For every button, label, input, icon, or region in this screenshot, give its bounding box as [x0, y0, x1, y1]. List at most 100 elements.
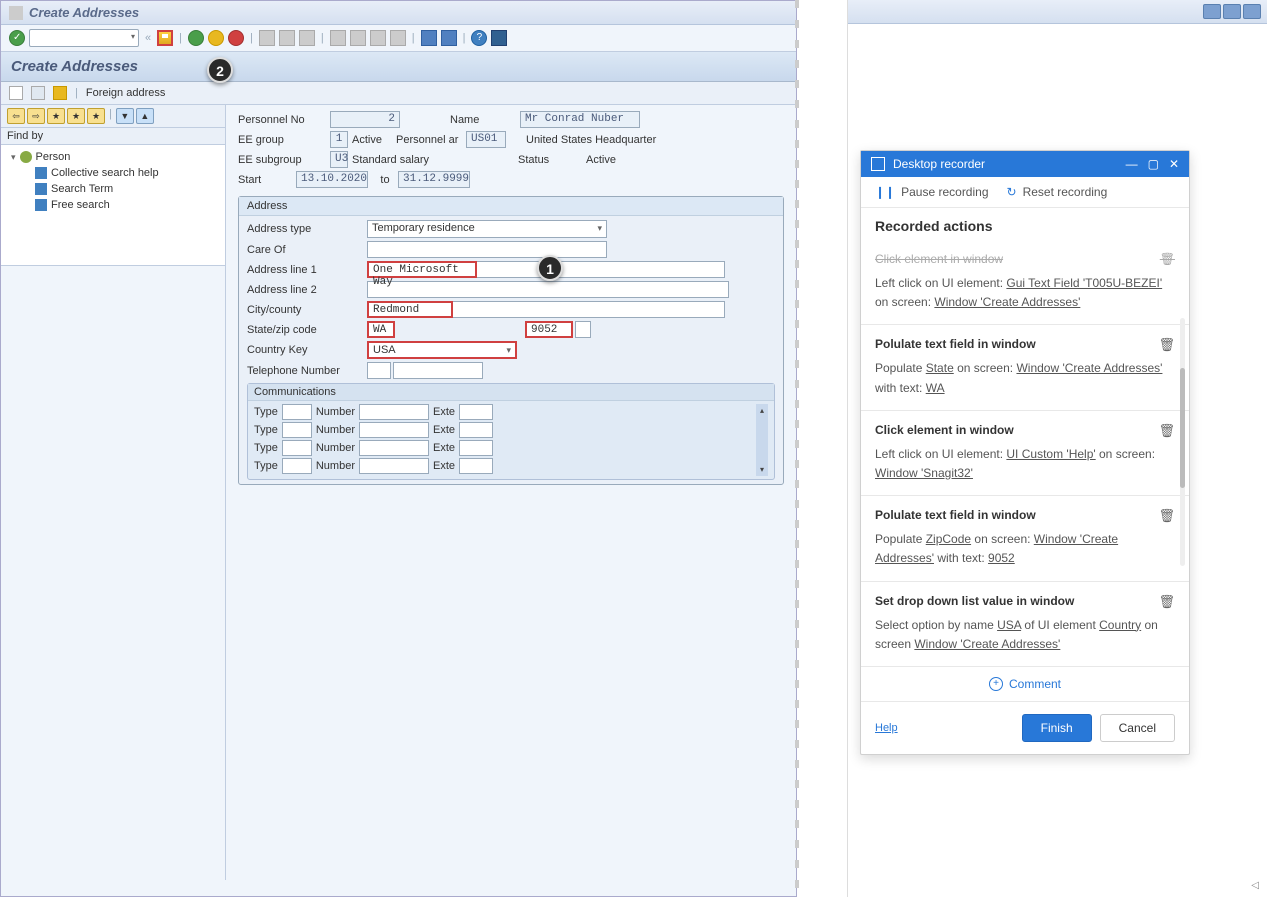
comm-number-field[interactable] [359, 404, 429, 420]
help-icon[interactable]: ? [471, 30, 487, 46]
nav-tree: ▾ Person Collective search help Search T… [1, 145, 225, 265]
eesubgroup-code: U3 [330, 151, 348, 168]
reset-recording-button[interactable]: ↻ Reset recording [1007, 185, 1108, 199]
exit-icon[interactable] [208, 30, 224, 46]
rec-maximize-icon[interactable]: ▢ [1148, 157, 1159, 171]
line2-field[interactable] [367, 281, 729, 298]
window-title: Create Addresses [29, 5, 139, 20]
add-comment-button[interactable]: + Comment [861, 666, 1189, 701]
nav-star3-icon[interactable]: ★ [87, 108, 105, 124]
reset-icon: ↻ [1007, 185, 1017, 199]
save-icon[interactable] [157, 30, 173, 46]
persarea-text: United States Headquarter [522, 134, 656, 146]
tree-searchterm[interactable]: Search Term [7, 181, 219, 197]
rec-close-icon[interactable]: ✕ [1169, 157, 1179, 171]
persarea-label: Personnel ar [396, 134, 466, 146]
binoculars-icon [35, 167, 47, 179]
maximize-icon[interactable] [1223, 4, 1241, 19]
finish-button[interactable]: Finish [1022, 714, 1092, 742]
nav-expand-icon[interactable]: ▼ [116, 108, 134, 124]
close-icon[interactable] [1243, 4, 1261, 19]
enter-icon[interactable] [9, 30, 25, 46]
tel-number-field[interactable] [393, 362, 483, 379]
overview-icon[interactable] [53, 86, 67, 100]
comm-ext-field[interactable] [459, 404, 493, 420]
command-field[interactable] [29, 29, 139, 47]
back-icon[interactable] [188, 30, 204, 46]
delete-icon[interactable]: 🗑 [1158, 508, 1175, 524]
end-field[interactable]: 31.12.9999 [398, 171, 470, 188]
help-link[interactable]: Help [875, 722, 898, 734]
rec-minimize-icon[interactable]: — [1126, 157, 1138, 171]
delete-icon[interactable]: 🗑 [1158, 423, 1175, 439]
cancel-button[interactable]: Cancel [1100, 714, 1175, 742]
foreign-address-link[interactable]: Foreign address [86, 87, 166, 99]
comm-row: Type Number Exte [254, 422, 756, 438]
tel-prefix-field[interactable] [367, 362, 391, 379]
new-session-icon[interactable] [421, 30, 437, 46]
personnel-no-label: Personnel No [238, 114, 330, 126]
city-field[interactable]: Redmond [367, 301, 453, 318]
county-field[interactable] [453, 301, 725, 318]
tree-freesearch[interactable]: Free search [7, 197, 219, 213]
left-nav: ⇦ ⇨ ★ ★ ★ | ▼ ▲ Find by ▾ Person [1, 105, 226, 880]
main-toolbar: « | | | | | ? [1, 25, 796, 52]
status-label: Status [518, 154, 568, 166]
nav-star2-icon[interactable]: ★ [67, 108, 85, 124]
state-field[interactable]: WA [367, 321, 395, 338]
findnext-icon[interactable] [299, 30, 315, 46]
first-page-icon[interactable] [330, 30, 346, 46]
resize-handle-icon[interactable]: ◁ [1251, 880, 1259, 891]
next-page-icon[interactable] [370, 30, 386, 46]
nav-fwd-icon[interactable]: ⇨ [27, 108, 45, 124]
delete-icon[interactable]: 🗑 [1160, 252, 1175, 266]
careof-field[interactable] [367, 241, 607, 258]
delete-icon[interactable]: 🗑 [1158, 594, 1175, 610]
addrtype-dropdown[interactable]: Temporary residence [367, 220, 607, 238]
layout-icon[interactable] [491, 30, 507, 46]
action-card: 🗑 Polulate text field in window Populate… [861, 495, 1189, 580]
recorder-scrollbar[interactable] [1180, 318, 1185, 566]
ui-element-link[interactable]: Gui Text Field 'T005U-BEZEI' [1006, 276, 1162, 290]
nav-back-icon[interactable]: ⇦ [7, 108, 25, 124]
last-page-icon[interactable] [390, 30, 406, 46]
pause-recording-button[interactable]: ❙❙ Pause recording [875, 185, 989, 199]
find-icon[interactable] [279, 30, 295, 46]
tree-person[interactable]: ▾ Person [7, 149, 219, 165]
zip-ext-field[interactable] [575, 321, 591, 338]
comm-row: Type Number Exte [254, 458, 756, 474]
minimize-icon[interactable] [1203, 4, 1221, 19]
persarea-field: US01 [466, 131, 506, 148]
recorded-actions-list list: Click element in window 🗑 Left click on … [861, 248, 1189, 666]
comm-type-field[interactable] [282, 404, 312, 420]
torn-divider [797, 0, 847, 897]
copy-icon[interactable] [31, 86, 45, 100]
screen-link[interactable]: Window 'Create Addresses' [934, 295, 1080, 309]
print-icon[interactable] [259, 30, 275, 46]
prev-page-icon[interactable] [350, 30, 366, 46]
recorder-app-icon [871, 157, 885, 171]
action-card: 🗑 Set drop down list value in window Sel… [861, 581, 1189, 666]
doc-icon[interactable] [9, 86, 23, 100]
nav-collapse-icon[interactable]: ▲ [136, 108, 154, 124]
cancel-icon[interactable] [228, 30, 244, 46]
name-field: Mr Conrad Nuber [520, 111, 640, 128]
page-heading: Create Addresses [1, 52, 796, 82]
line1-field[interactable]: One Microsoft Way [367, 261, 477, 278]
zip-field[interactable]: 9052 [525, 321, 573, 338]
findby-label: Find by [1, 128, 225, 145]
binoculars-icon [35, 199, 47, 211]
right-titlebar [848, 0, 1267, 24]
tree-collective[interactable]: Collective search help [7, 165, 219, 181]
personnel-no-field[interactable]: 2 [330, 111, 400, 128]
line1-field-ext[interactable] [477, 261, 725, 278]
country-dropdown[interactable]: USA [367, 341, 517, 359]
comm-scrollbar[interactable]: ▴▾ [756, 404, 768, 476]
country-label: Country Key [247, 344, 367, 356]
nav-star-icon[interactable]: ★ [47, 108, 65, 124]
start-field[interactable]: 13.10.2020 [296, 171, 368, 188]
communications-panel: Communications Type Number Exte [247, 383, 775, 480]
shortcut-icon[interactable] [441, 30, 457, 46]
recorder-titlebar: Desktop recorder — ▢ ✕ [861, 151, 1189, 177]
delete-icon[interactable]: 🗑 [1158, 337, 1175, 353]
